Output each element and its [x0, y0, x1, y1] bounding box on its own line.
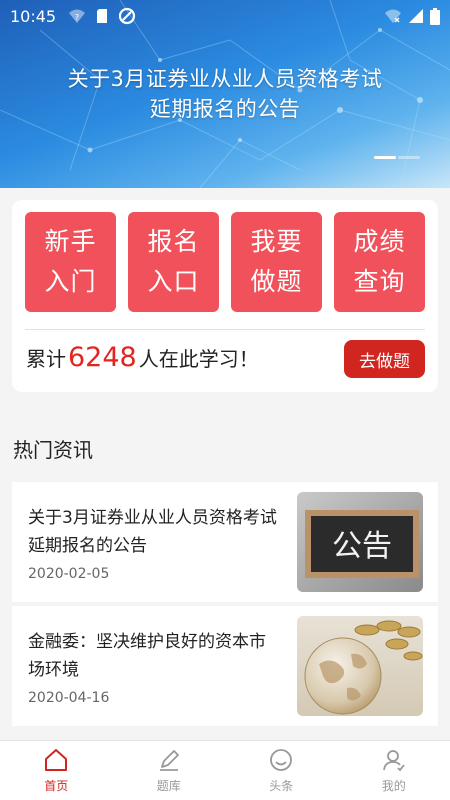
tab-label: 我的	[381, 779, 406, 793]
tile-label-line1: 新手	[44, 227, 97, 256]
news-item[interactable]: 关于3月证券业从业人员资格考试延期报名的公告 2020-02-05 公告	[12, 482, 438, 602]
hot-news-heading: 热门资讯	[13, 438, 93, 462]
tab-label: 题库	[156, 779, 181, 793]
news-date: 2020-04-16	[28, 690, 110, 706]
study-count-text: 累计 6248 人在此学习！	[26, 342, 259, 373]
beginner-guide-button[interactable]: 新手 入门	[25, 212, 116, 312]
news-date: 2020-02-05	[28, 566, 110, 582]
banner-indicator-dot	[398, 156, 420, 159]
signal-icon	[409, 9, 423, 23]
banner-title-line2: 延期报名的公告	[149, 97, 301, 121]
sim-card-icon	[97, 9, 108, 23]
banner-indicator-dot-active	[374, 156, 396, 159]
battery-icon	[430, 7, 440, 25]
news-item[interactable]: 金融委：坚决维护良好的资本市场环境 2020-04-16	[12, 606, 438, 726]
news-thumbnail-globe-coins	[297, 616, 423, 716]
quick-actions-grid: 新手 入门 报名 入口 我要 做题 成绩 查询	[25, 212, 425, 312]
app-notification-icon	[119, 7, 136, 25]
news-thumbnail-announcement: 公告	[297, 492, 423, 592]
svg-text:?: ?	[75, 13, 79, 22]
tab-label: 首页	[44, 779, 69, 793]
go-practice-button[interactable]: 去做题	[344, 340, 425, 378]
banner-carousel[interactable]: 10:45 ? 关于3月证券业从业人员资格考试 延期报名的公告	[0, 0, 450, 188]
news-title: 关于3月证券业从业人员资格考试延期报名的公告	[28, 508, 277, 556]
study-suffix: 人在此学习！	[138, 347, 259, 371]
wifi-question-icon: ?	[69, 9, 86, 23]
news-title: 金融委：坚决维护良好的资本市场环境	[28, 632, 266, 680]
smile-icon	[270, 749, 293, 771]
practice-questions-button[interactable]: 我要 做题	[231, 212, 322, 312]
tile-label-line1: 我要	[250, 227, 303, 256]
tab-mine[interactable]: 我的	[338, 741, 450, 800]
wifi-off-icon	[385, 9, 401, 23]
pencil-icon	[159, 750, 179, 771]
tile-label-line2: 做题	[250, 267, 303, 296]
score-query-button[interactable]: 成绩 查询	[334, 212, 425, 312]
banner-indicator	[374, 156, 420, 159]
tab-headlines[interactable]: 头条	[225, 741, 338, 800]
status-time: 10:45	[10, 6, 57, 26]
tile-label-line2: 入门	[44, 267, 97, 296]
tab-question-bank[interactable]: 题库	[113, 741, 226, 800]
tile-label-line2: 入口	[147, 267, 200, 296]
study-prefix: 累计	[26, 347, 66, 371]
registration-entry-button[interactable]: 报名 入口	[128, 212, 219, 312]
tab-label: 头条	[269, 779, 294, 793]
tile-label-line2: 查询	[353, 267, 406, 296]
tile-label-line1: 报名	[147, 227, 200, 256]
home-icon	[45, 749, 68, 771]
banner-title[interactable]: 关于3月证券业从业人员资格考试 延期报名的公告	[0, 64, 450, 124]
status-bar: 10:45 ?	[0, 0, 450, 32]
quick-actions-card: 新手 入门 报名 入口 我要 做题 成绩 查询 累计 6248 人在此学习！ 去…	[12, 200, 438, 392]
bottom-tab-bar: 首页 题库 头条 我的	[0, 740, 450, 800]
tab-home[interactable]: 首页	[0, 741, 113, 800]
study-count-number: 6248	[68, 342, 137, 373]
thumbnail-text: 公告	[332, 529, 392, 564]
user-icon	[382, 750, 405, 772]
banner-title-line1: 关于3月证券业从业人员资格考试	[67, 67, 383, 91]
divider	[25, 329, 425, 330]
tile-label-line1: 成绩	[353, 227, 406, 256]
